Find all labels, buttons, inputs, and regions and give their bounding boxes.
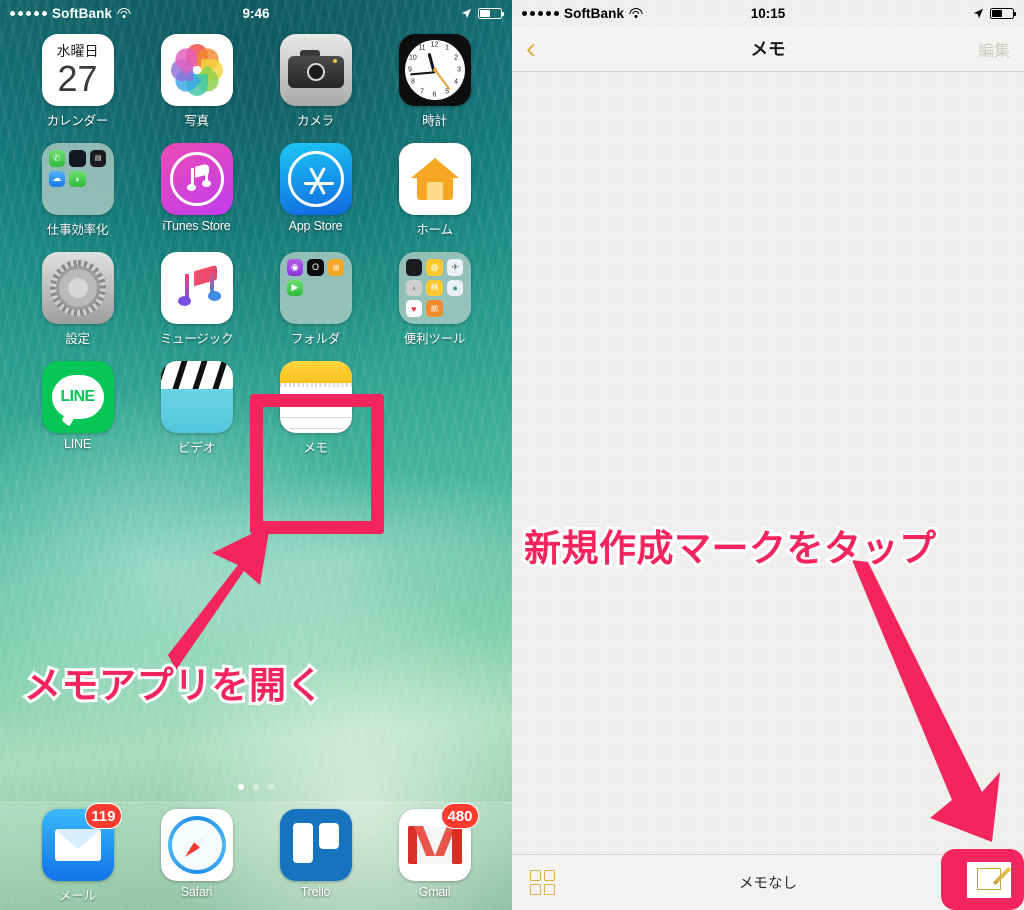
- iphone-home-screen: SoftBank 9:46 水曜日 27 カレンダー 写真 カメラ 12 1 2…: [0, 0, 512, 910]
- calendar-icon: 水曜日 27: [41, 34, 114, 106]
- app-label: メール: [59, 889, 96, 903]
- left-status-right-group: [461, 7, 505, 19]
- home-screen-dock: 119 メール Safari Trello 480 Gmail: [0, 802, 512, 910]
- clock-icon: 12 1 2 3 4 5 6 7 8 9 10 11: [398, 34, 471, 106]
- camera-icon: [279, 34, 352, 106]
- mail-badge: 119: [85, 803, 122, 829]
- status-bar-clock: 10:15: [750, 5, 786, 21]
- left-status-bar: SoftBank 9:46: [0, 0, 512, 26]
- app-label: 仕事効率化: [46, 223, 109, 237]
- app-label: ホーム: [416, 223, 453, 237]
- screenshot-root: SoftBank 9:46 水曜日 27 カレンダー 写真 カメラ 12 1 2…: [0, 0, 1024, 910]
- app-music[interactable]: ミュージック: [137, 252, 256, 347]
- photos-icon: [160, 34, 233, 106]
- home-app-icon: [398, 143, 471, 215]
- app-label: Gmail: [418, 885, 451, 899]
- status-bar-clock: 9:46: [242, 5, 270, 21]
- videos-icon: [160, 361, 233, 433]
- notes-list-empty-area: [512, 47, 1024, 854]
- app-clock[interactable]: 12 1 2 3 4 5 6 7 8 9 10 11 時計: [375, 34, 494, 129]
- right-status-bar: SoftBank 10:15: [512, 0, 1024, 26]
- itunes-store-icon: [160, 143, 233, 215]
- app-line[interactable]: LINE LINE: [18, 361, 137, 456]
- line-icon: LINE: [41, 361, 114, 433]
- app-videos[interactable]: ビデオ: [137, 361, 256, 456]
- app-row-1: 水曜日 27 カレンダー 写真 カメラ 12 1 2 3 4 5 6 7 8 9…: [18, 34, 494, 143]
- app-camera[interactable]: カメラ: [256, 34, 375, 129]
- app-label: 便利ツール: [403, 332, 466, 346]
- dock-row: 119 メール Safari Trello 480 Gmail: [0, 803, 512, 904]
- compose-note-icon-highlighted[interactable]: [975, 866, 1012, 892]
- dock-app-safari[interactable]: Safari: [137, 809, 256, 904]
- app-photos[interactable]: 写真: [137, 34, 256, 129]
- page-dot-3[interactable]: [268, 784, 274, 790]
- edit-button[interactable]: 編集: [978, 37, 1010, 61]
- dock-app-trello[interactable]: Trello: [256, 809, 375, 904]
- page-indicator-dots[interactable]: [0, 784, 512, 790]
- notes-navigation-bar: ‹ メモ 編集: [512, 26, 1024, 72]
- app-calendar[interactable]: 水曜日 27 カレンダー: [18, 34, 137, 129]
- folder-utilities[interactable]: ◍ ✈ ◖ 林 ● ♥ 朗 便利ツール: [375, 252, 494, 347]
- folder-icon: ◉ O ⊞ ▶: [279, 252, 352, 324]
- page-title: メモ: [750, 39, 786, 59]
- app-label: Trello: [300, 885, 331, 899]
- calendar-day-number: 27: [57, 58, 98, 99]
- app-label: iTunes Store: [162, 219, 231, 233]
- annotation-open-notes-text: メモアプリを開く: [21, 662, 327, 709]
- app-row-2: ✆ ▤ ☁ ◗ 仕事効率化 iTunes Store App Store ホーム: [18, 143, 494, 252]
- annotation-tap-compose-text: 新規作成マークをタップ: [521, 525, 939, 572]
- app-label: Safari: [180, 885, 213, 899]
- app-store-icon: [279, 143, 352, 215]
- folder-icon: ◍ ✈ ◖ 林 ● ♥ 朗: [398, 252, 471, 324]
- app-settings[interactable]: 設定: [18, 252, 137, 347]
- location-arrow-icon: [461, 8, 472, 18]
- dock-app-gmail[interactable]: 480 Gmail: [375, 803, 494, 904]
- app-label: 写真: [184, 114, 209, 128]
- app-label: フォルダ: [290, 332, 341, 346]
- notes-app-screen: SoftBank 10:15 ‹ メモ 編集 メモなし 新規作成マークをタップ: [512, 0, 1024, 910]
- notes-app-highlight-box: [250, 394, 384, 534]
- trello-icon: [279, 809, 352, 881]
- folder-icon: ✆ ▤ ☁ ◗: [41, 143, 114, 215]
- app-row-3: 設定 ミュージック ◉ O ⊞ ▶ フォルダ ◍ ✈ ◖ 林 ● ♥ 朗 便利ツ…: [18, 252, 494, 361]
- app-label: LINE: [64, 437, 91, 451]
- safari-icon: [160, 809, 233, 881]
- app-label: 設定: [65, 332, 90, 346]
- music-icon: [160, 252, 233, 324]
- app-label: ビデオ: [178, 441, 215, 455]
- page-dot-1[interactable]: [238, 784, 244, 790]
- app-itunes-store[interactable]: iTunes Store: [137, 143, 256, 238]
- app-home[interactable]: ホーム: [375, 143, 494, 238]
- app-label: カメラ: [297, 114, 334, 128]
- right-status-right-group: [973, 7, 1017, 19]
- location-arrow-icon: [973, 8, 984, 18]
- app-label: 時計: [422, 114, 447, 128]
- app-app-store[interactable]: App Store: [256, 143, 375, 238]
- settings-icon: [41, 252, 114, 324]
- app-empty-slot: [375, 361, 494, 456]
- annotation-tap-compose: 新規作成マークをタップ: [521, 518, 939, 572]
- folder-generic[interactable]: ◉ O ⊞ ▶ フォルダ: [256, 252, 375, 347]
- battery-icon: [990, 7, 1017, 19]
- app-label: App Store: [288, 219, 343, 233]
- dock-app-mail[interactable]: 119 メール: [18, 803, 137, 904]
- gmail-badge: 480: [441, 803, 479, 829]
- page-dot-2[interactable]: [253, 784, 259, 790]
- battery-icon: [478, 7, 505, 19]
- folder-work-efficiency[interactable]: ✆ ▤ ☁ ◗ 仕事効率化: [18, 143, 137, 238]
- annotation-open-notes-app: メモアプリを開く: [21, 655, 327, 709]
- app-label: ミュージック: [159, 332, 234, 346]
- app-label: カレンダー: [46, 114, 109, 128]
